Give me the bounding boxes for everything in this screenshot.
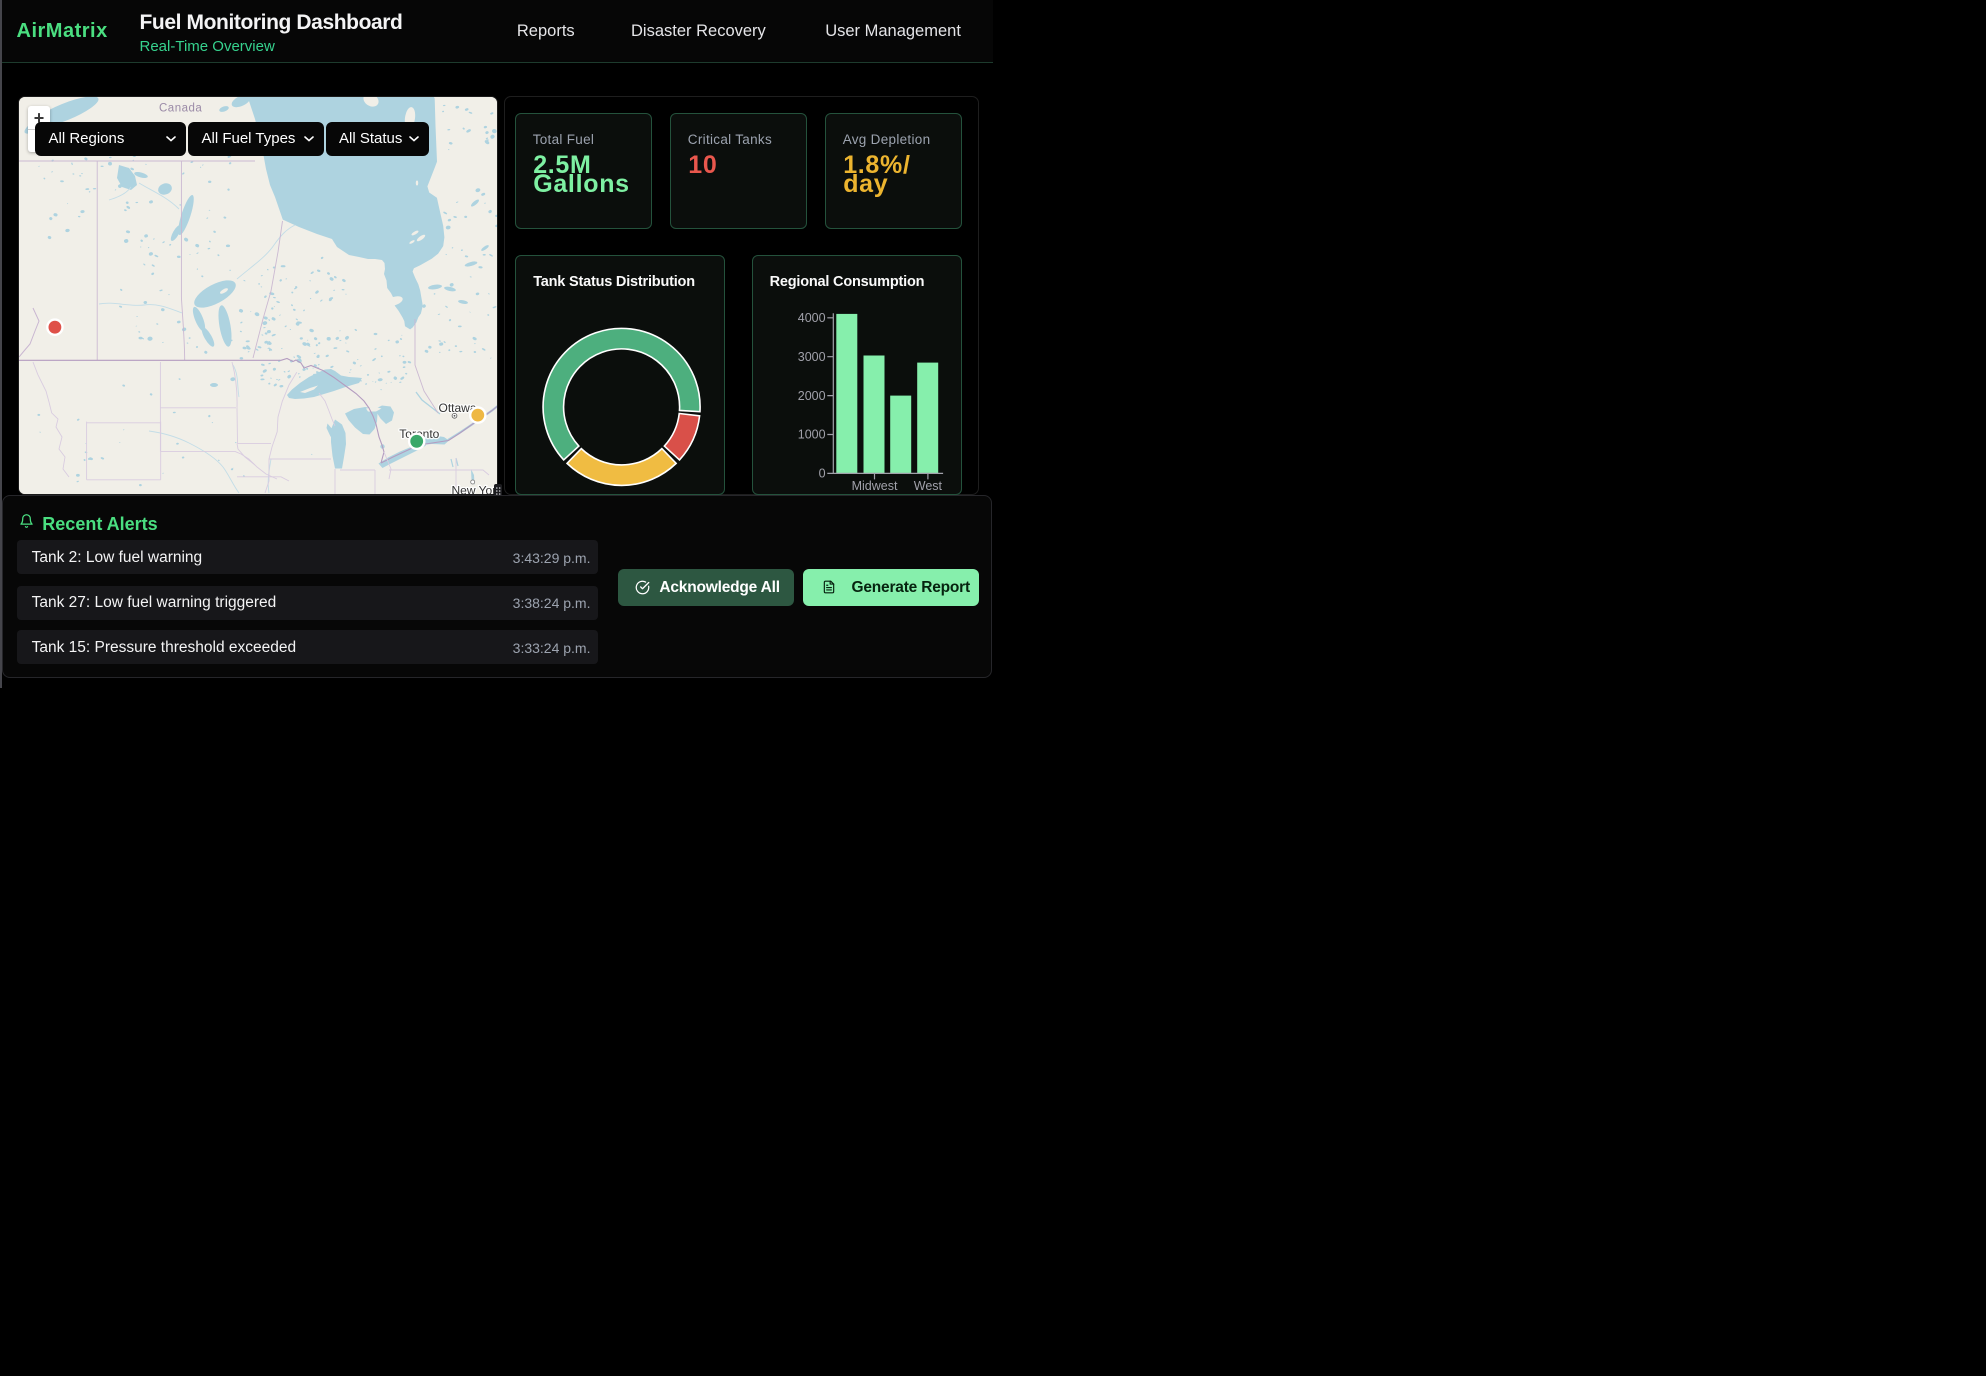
svg-text:4000: 4000 [797, 311, 825, 325]
svg-text:1000: 1000 [797, 427, 825, 441]
svg-text:Canada: Canada [159, 102, 202, 114]
svg-text:3000: 3000 [797, 349, 825, 363]
svg-text:2000: 2000 [797, 388, 825, 402]
svg-text:West: West [913, 479, 942, 493]
svg-text:Midwest: Midwest [851, 479, 897, 493]
svg-text:New York: New York [451, 483, 498, 494]
svg-text:0: 0 [818, 466, 825, 480]
